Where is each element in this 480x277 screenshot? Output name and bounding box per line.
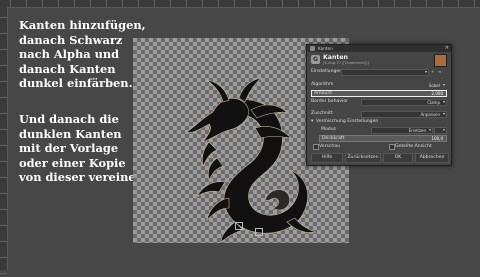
- dialog-heading: Kanten: [323, 54, 348, 61]
- vertical-ruler[interactable]: [0, 7, 8, 277]
- chevron-down-icon: ▾: [424, 69, 427, 74]
- blending-label: Vermischung Einstellungen: [316, 119, 379, 124]
- ruler-ticks-vertical: [0, 17, 7, 277]
- mode-row: Modus Ersetzen ▾ ▾: [311, 127, 447, 134]
- clipping-row: Zuschnitt Anpassen ▾: [311, 111, 447, 118]
- algorithm-combo[interactable]: Sobel ▾: [311, 82, 447, 89]
- note-line: von dieser vereinen.: [19, 170, 148, 185]
- selection-handle[interactable]: [235, 222, 243, 230]
- amount-row: Amount 2,000: [311, 90, 447, 97]
- cancel-button[interactable]: Abbrechen: [415, 153, 449, 163]
- chevron-down-icon: ▾: [442, 111, 445, 116]
- note-line: mit der Vorlage: [19, 141, 119, 156]
- menu-icon[interactable]: ≡: [438, 69, 441, 74]
- chevron-down-icon: ▾: [442, 82, 445, 87]
- blending-expander[interactable]: ▾ Vermischung Einstellungen: [311, 119, 447, 125]
- selection-handle[interactable]: [255, 228, 263, 236]
- clipping-label: Zuschnitt: [311, 111, 333, 116]
- dialog-button-row: Hilfe Zurücksetzen OK Abbrechen: [311, 153, 449, 163]
- border-combo[interactable]: Clamp ▾: [361, 99, 447, 106]
- add-preset-icon[interactable]: +: [431, 69, 434, 74]
- note-line: nach Alpha und: [19, 47, 120, 62]
- border-label: Border behavior: [311, 99, 349, 104]
- split-view-label: Geteilte Ansicht: [395, 144, 432, 149]
- composite-combo[interactable]: ▾: [434, 127, 447, 134]
- horizontal-ruler[interactable]: [0, 0, 480, 8]
- note-line: danach Kanten: [19, 61, 116, 76]
- amount-slider[interactable]: Amount 2,000: [311, 90, 447, 97]
- close-icon[interactable]: ×: [445, 45, 449, 51]
- dialog-window-title: Kanten: [318, 46, 333, 51]
- opacity-row: Deckkraft 100,0: [311, 135, 447, 142]
- note-line: oder einer Kopie: [19, 155, 126, 170]
- image-thumbnail: [434, 54, 447, 67]
- border-value: Clamp: [427, 100, 440, 105]
- dialog-header: G Kanten [4-ring-77 ([Unbenannt])]: [311, 54, 447, 67]
- annotation-text-top: Kanten hinzufügen, danach Schwarz nach A…: [19, 18, 146, 91]
- note-line: danach Schwarz: [19, 32, 123, 47]
- presets-row: Einstellungen ▾ + ≡: [311, 69, 447, 76]
- mode-value: Ersetzen: [408, 128, 426, 133]
- help-button[interactable]: Hilfe: [311, 153, 343, 163]
- chevron-down-icon: ▾: [442, 127, 445, 132]
- note-line: dunkel einfärben.: [19, 76, 133, 91]
- ruler-ticks: [10, 0, 480, 7]
- note-line: dunklen Kanten: [19, 126, 122, 141]
- algorithm-value: Sobel: [428, 83, 440, 88]
- reset-button[interactable]: Zurücksetzen: [345, 153, 381, 163]
- opacity-slider[interactable]: Deckkraft 100,0: [319, 135, 447, 142]
- edge-filter-dialog: Kanten × G Kanten [4-ring-77 ([Unbenannt…: [306, 44, 452, 166]
- algorithm-row: Algorithm Sobel ▾: [311, 82, 447, 88]
- chevron-down-icon: ▾: [442, 99, 445, 104]
- mode-combo[interactable]: Ersetzen ▾: [371, 127, 433, 134]
- ok-button[interactable]: OK: [383, 153, 413, 163]
- dialog-titlebar[interactable]: Kanten ×: [307, 45, 451, 52]
- amount-value: 2,000: [431, 91, 443, 96]
- mode-label: Modus: [321, 127, 336, 132]
- clipping-value: Anpassen: [420, 112, 440, 117]
- chevron-down-icon: ▾: [428, 127, 431, 132]
- preview-row: Vorschau Geteilte Ansicht: [311, 144, 447, 150]
- note-line: Und danach die: [19, 112, 119, 126]
- clipping-combo[interactable]: Anpassen ▾: [361, 111, 447, 118]
- app-icon: [310, 46, 315, 51]
- amount-label: Amount: [314, 91, 333, 96]
- dialog-subheading: [4-ring-77 ([Unbenannt])]: [323, 61, 369, 65]
- expander-arrow-icon: ▾: [311, 119, 314, 124]
- opacity-label: Deckkraft: [322, 136, 345, 141]
- presets-label: Einstellungen: [311, 69, 343, 74]
- dragon-image: [186, 77, 317, 242]
- gimp-logo-icon: G: [311, 55, 320, 64]
- preview-label: Vorschau: [319, 144, 341, 149]
- note-line: Kanten hinzufügen,: [19, 18, 146, 32]
- presets-combo[interactable]: ▾: [341, 69, 429, 76]
- opacity-value: 100,0: [431, 136, 443, 141]
- border-row: Border behavior Clamp ▾: [311, 99, 447, 106]
- annotation-text-bottom: Und danach die dunklen Kanten mit der Vo…: [19, 112, 148, 185]
